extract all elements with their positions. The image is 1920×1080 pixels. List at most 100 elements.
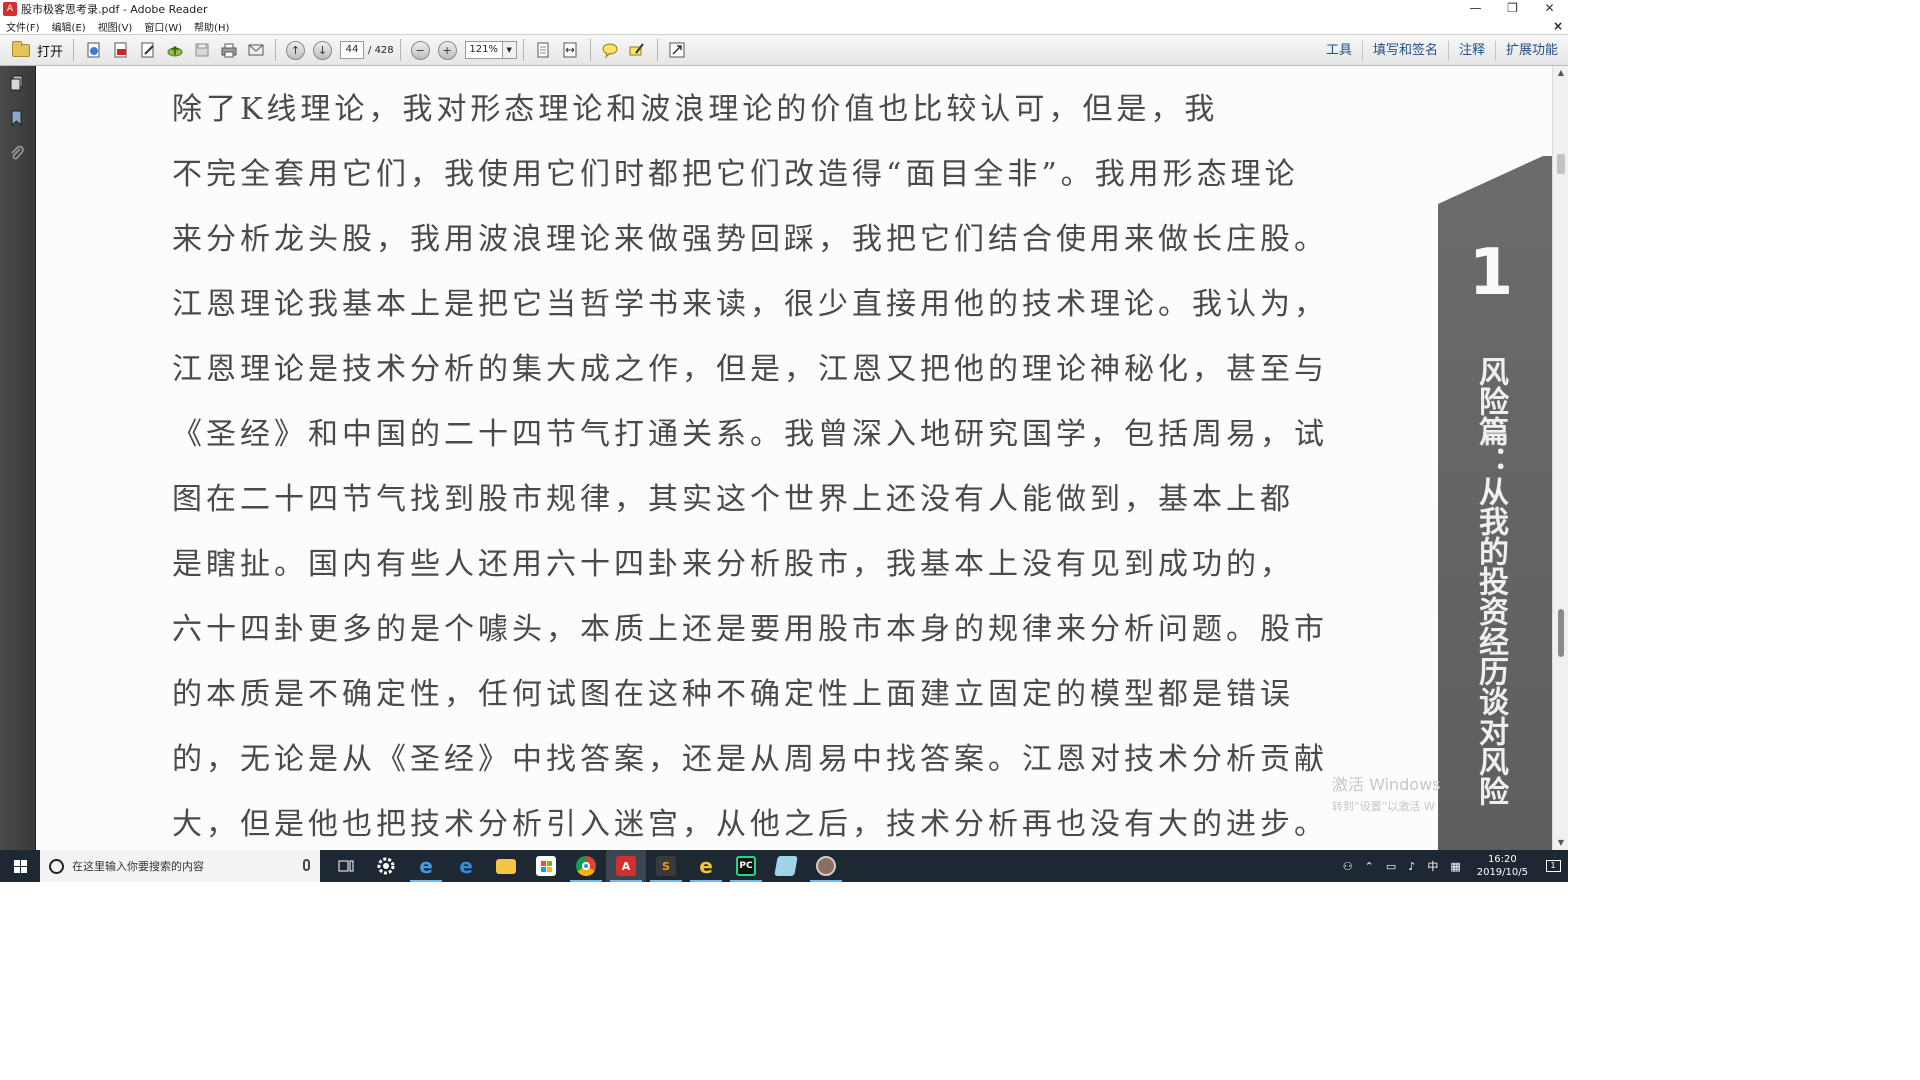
text-line: 是瞎扯。国内有些人还用六十四卦来分析股市，我基本上没有见到成功的， [172,547,1294,582]
text-line: 《圣经》和中国的二十四节气打通关系。我曾深入地研究国学，包括周易，试 [172,417,1328,452]
tab-extended[interactable]: 扩展功能 [1494,40,1568,61]
taskbar-app-store[interactable] [526,850,566,882]
tab-fill-sign[interactable]: 填写和签名 [1361,40,1448,61]
scrollbar-thumb[interactable] [1557,154,1565,174]
system-tray: ⚇ ⌃ ▭ ♪ 中 ▦ 16:20 2019/10/5 1 [1337,850,1568,882]
text-line: 除了K线理论，我对形态理论和波浪理论的价值也比较认可，但是，我 [172,92,1219,127]
taskbar-app-chrome[interactable] [566,850,606,882]
mail-icon [248,44,264,56]
taskbar-app-explorer[interactable] [486,850,526,882]
save-button[interactable] [191,40,212,61]
search-placeholder: 在这里输入你要搜索的内容 [72,860,204,873]
taskbar-app-ie-2[interactable]: e [686,850,726,882]
system-clock[interactable]: 16:20 2019/10/5 [1467,853,1538,879]
sublime-text-icon: S [656,856,676,876]
keyboard-layout-icon[interactable]: ▦ [1444,860,1466,873]
highlight-button[interactable] [627,40,648,61]
tab-comment[interactable]: 注释 [1447,40,1495,61]
text-line: 江恩理论我基本上是把它当哲学书来读，很少直接用他的技术理论。我认为， [172,287,1328,322]
full-screen-button[interactable] [667,40,688,61]
page-thumbnails-button[interactable] [8,74,26,92]
taskbar-app-settings[interactable] [366,850,406,882]
taskbar-search[interactable]: 在这里输入你要搜索的内容 [40,850,320,882]
maximize-button[interactable]: ❐ [1494,0,1531,18]
zoom-out-button[interactable]: − [410,40,430,60]
print-button[interactable] [218,40,239,61]
export-pdf-icon [114,42,127,58]
menu-file[interactable]: 文件(F) [0,19,46,34]
upload-button[interactable] [164,40,185,61]
email-button[interactable] [245,40,266,61]
vertical-scrollbar[interactable]: ▲ ▼ [1552,66,1568,850]
close-document-button[interactable]: × [1553,19,1563,33]
taskbar-app-adobe-reader[interactable]: A [606,850,646,882]
microphone-icon[interactable] [303,859,310,871]
volume-icon[interactable]: ♪ [1402,860,1421,873]
menu-help[interactable]: 帮助(H) [188,19,235,34]
people-icon[interactable]: ⚇ [1337,860,1359,873]
page-number-input[interactable]: 44 [340,41,365,59]
document-view[interactable]: 除了K线理论，我对形态理论和波浪理论的价值也比较认可，但是，我 不完全套用它们，… [37,66,1552,850]
clock-date: 2019/10/5 [1476,867,1528,878]
action-center-button[interactable]: 1 [1538,850,1568,882]
task-view-button[interactable] [326,850,366,882]
taskbar-app-edge[interactable]: e [446,850,486,882]
paperclip-icon [11,145,24,160]
create-pdf-button[interactable] [83,40,104,61]
chapter-number: 1 [1468,236,1514,310]
scroll-position-indicator[interactable] [1558,609,1564,657]
page-total: / 428 [368,44,394,56]
menu-view[interactable]: 视图(V) [92,19,139,34]
open-button[interactable]: 打开 [8,38,67,62]
comment-button[interactable] [600,40,621,61]
zoom-in-button[interactable]: + [437,40,457,60]
pycharm-icon: PC [736,856,756,876]
bookmarks-button[interactable] [8,109,26,127]
save-icon [195,43,209,57]
close-button[interactable]: ✕ [1531,0,1568,18]
taskbar-app-browser[interactable] [806,850,846,882]
cortana-icon [49,858,64,874]
fit-page-button[interactable] [533,40,554,61]
previous-page-button[interactable]: ↑ [286,40,306,60]
zoom-dropdown[interactable]: ▼ [502,41,517,59]
export-pdf-button[interactable] [110,40,131,61]
text-line: 不完全套用它们，我使用它们时都把它们改造得“面目全非”。我用形态理论 [172,157,1299,192]
next-page-button[interactable]: ↓ [313,40,333,60]
globe-icon [816,856,836,876]
network-icon[interactable]: ▭ [1380,860,1402,873]
file-explorer-icon [496,858,516,874]
plus-icon: + [442,43,452,57]
text-line: 六十四卦更多的是个噱头，本质上还是要用股市本身的规律来分析问题。股市 [172,612,1328,647]
notes-icon [774,856,798,876]
task-view-icon [338,860,354,872]
minimize-button[interactable]: — [1457,0,1494,18]
pages-icon [10,75,23,91]
taskbar-app-notes[interactable] [766,850,806,882]
zoom-level-input[interactable]: 121% [464,41,503,59]
task-pane-tabs: 工具 填写和签名 注释 扩展功能 [1316,35,1568,66]
watermark-title: 激活 Windows [1332,775,1441,794]
menu-edit[interactable]: 编辑(E) [46,19,92,34]
taskbar-app-ie[interactable]: e [406,850,446,882]
chevron-up-icon[interactable]: ⌃ [1359,860,1380,873]
chevron-down-icon: ▼ [506,46,512,54]
edit-pdf-icon [141,42,154,58]
speech-bubble-icon [602,43,618,59]
taskbar-app-pycharm[interactable]: PC [726,850,766,882]
scroll-down-icon[interactable]: ▼ [1553,836,1569,850]
menu-bar: 文件(F) 编辑(E) 视图(V) 窗口(W) 帮助(H) × [0,18,1568,35]
ime-indicator[interactable]: 中 [1421,858,1444,874]
scroll-up-icon[interactable]: ▲ [1553,66,1569,80]
fit-page-icon [537,42,549,58]
toolbar-divider [656,39,658,61]
attachments-button[interactable] [8,144,26,162]
tab-tools[interactable]: 工具 [1316,41,1362,61]
fit-width-button[interactable] [560,40,581,61]
fit-width-icon [563,42,577,58]
highlighter-icon [629,43,644,56]
taskbar-app-sublime[interactable]: S [646,850,686,882]
start-button[interactable] [0,850,40,882]
menu-window[interactable]: 窗口(W) [138,19,188,34]
edit-pdf-button[interactable] [137,40,158,61]
